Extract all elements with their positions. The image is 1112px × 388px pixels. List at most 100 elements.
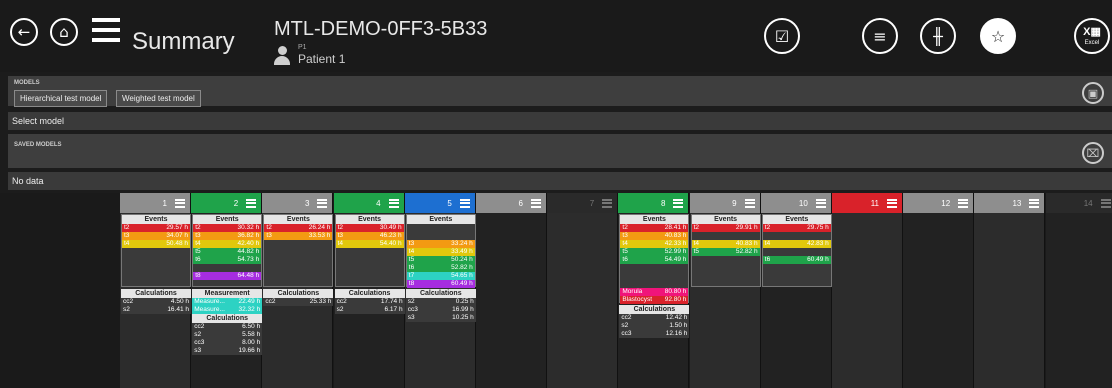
event-row[interactable] bbox=[692, 272, 760, 280]
event-row[interactable] bbox=[122, 264, 190, 272]
event-row[interactable] bbox=[692, 280, 760, 288]
event-row[interactable]: t3 40.83 h bbox=[620, 232, 689, 240]
well-header-3[interactable]: 3 bbox=[262, 193, 333, 213]
list-icon[interactable] bbox=[531, 198, 541, 208]
event-row[interactable]: t2 29.75 h bbox=[762, 224, 831, 232]
event-row[interactable]: t5 52.82 h bbox=[691, 248, 760, 256]
event-row[interactable]: t5 50.24 h bbox=[406, 256, 475, 264]
event-row[interactable] bbox=[122, 256, 190, 264]
event-row[interactable] bbox=[763, 248, 831, 256]
list-icon[interactable] bbox=[459, 198, 470, 208]
event-row[interactable] bbox=[193, 264, 261, 272]
well-header-4[interactable]: 4 bbox=[333, 193, 404, 213]
save-icon[interactable]: ▣ bbox=[1082, 82, 1104, 104]
list-icon[interactable] bbox=[246, 198, 257, 208]
list-icon[interactable] bbox=[673, 198, 684, 208]
event-row[interactable]: t3 36.82 h bbox=[193, 232, 262, 240]
well-header-8[interactable]: 8 bbox=[618, 193, 689, 213]
event-row[interactable]: t2 30.49 h bbox=[335, 224, 404, 232]
event-row[interactable] bbox=[336, 280, 404, 288]
event-row[interactable] bbox=[336, 272, 404, 280]
measurement-row[interactable]: Measure... 32.32 h bbox=[192, 306, 263, 314]
event-row[interactable] bbox=[763, 232, 831, 240]
event-row[interactable]: t5 52.99 h bbox=[620, 248, 689, 256]
menu-icon[interactable] bbox=[92, 18, 120, 42]
event-row[interactable]: t2 26.24 h bbox=[264, 224, 333, 232]
event-row[interactable] bbox=[763, 272, 831, 280]
well-header-10[interactable]: 10 bbox=[760, 193, 831, 213]
well-header-1[interactable]: 1 bbox=[120, 193, 190, 213]
list-icon[interactable] bbox=[1029, 198, 1040, 208]
event-row[interactable]: t5 44.82 h bbox=[193, 248, 262, 256]
event-row[interactable] bbox=[122, 272, 190, 280]
event-row[interactable]: t4 40.83 h bbox=[691, 240, 760, 248]
event-row[interactable]: t7 54.65 h bbox=[406, 272, 475, 280]
event-row[interactable]: t4 42.33 h bbox=[620, 240, 689, 248]
event-row[interactable]: t6 54.49 h bbox=[620, 256, 689, 264]
list-icon[interactable] bbox=[175, 198, 185, 208]
well-header-11[interactable]: 11 bbox=[832, 193, 902, 213]
event-row[interactable]: t6 52.82 h bbox=[406, 264, 475, 272]
list-icon[interactable] bbox=[388, 198, 399, 208]
event-row[interactable]: t3 46.23 h bbox=[335, 232, 404, 240]
event-row[interactable]: t8 60.49 h bbox=[406, 280, 475, 288]
event-row[interactable] bbox=[692, 264, 760, 272]
select-model-bar[interactable]: Select model bbox=[8, 112, 1112, 130]
well-header-14[interactable]: 14 bbox=[1045, 193, 1112, 213]
event-row[interactable] bbox=[336, 264, 404, 272]
star-icon[interactable]: ☆ bbox=[980, 18, 1016, 54]
list-icon[interactable] bbox=[1100, 198, 1111, 208]
list-icon[interactable] bbox=[958, 198, 969, 208]
event-row[interactable]: t3 34.07 h bbox=[122, 232, 190, 240]
event-row[interactable] bbox=[122, 280, 190, 288]
excel-export-icon[interactable]: X▦ Excel bbox=[1074, 18, 1110, 54]
event-row[interactable]: t2 28.41 h bbox=[620, 224, 689, 232]
event-row[interactable] bbox=[407, 224, 475, 232]
event-row[interactable] bbox=[763, 280, 831, 288]
event-row[interactable]: Blastocyst 92.80 h bbox=[620, 296, 689, 304]
well-header-6[interactable]: 6 bbox=[476, 193, 546, 213]
list-icon[interactable] bbox=[887, 198, 897, 208]
home-icon[interactable]: ⌂ bbox=[50, 18, 78, 46]
checkbox-icon[interactable]: ☑ bbox=[764, 18, 800, 54]
list-icon[interactable] bbox=[744, 198, 755, 208]
well-header-5[interactable]: 5 bbox=[404, 193, 475, 213]
event-row[interactable]: t8 64.48 h bbox=[193, 272, 262, 280]
event-row[interactable]: t2 29.57 h bbox=[122, 224, 190, 232]
align-icon[interactable]: ≡ bbox=[862, 18, 898, 54]
bars-icon[interactable]: ╫ bbox=[920, 18, 956, 54]
well-header-13[interactable]: 13 bbox=[974, 193, 1045, 213]
well-header-9[interactable]: 9 bbox=[689, 193, 760, 213]
event-row[interactable]: t6 54.73 h bbox=[193, 256, 262, 264]
event-row[interactable] bbox=[264, 264, 332, 272]
event-row[interactable] bbox=[336, 256, 404, 264]
measurement-row[interactable]: Measure... 22.49 h bbox=[192, 298, 263, 306]
event-row[interactable] bbox=[620, 272, 688, 280]
event-row[interactable] bbox=[264, 256, 332, 264]
well-header-2[interactable]: 2 bbox=[191, 193, 262, 213]
event-row[interactable] bbox=[264, 240, 332, 248]
event-row[interactable] bbox=[407, 232, 475, 240]
event-row[interactable]: t4 33.49 h bbox=[406, 248, 475, 256]
event-row[interactable]: t6 60.49 h bbox=[762, 256, 831, 264]
event-row[interactable]: Morula 80.80 h bbox=[620, 288, 689, 296]
event-row[interactable]: t4 50.48 h bbox=[122, 240, 190, 248]
well-header-7[interactable]: 7 bbox=[547, 193, 618, 213]
list-icon[interactable] bbox=[317, 198, 328, 208]
event-row[interactable]: t2 30.32 h bbox=[193, 224, 262, 232]
event-row[interactable] bbox=[620, 280, 688, 288]
event-row[interactable] bbox=[763, 264, 831, 272]
event-row[interactable] bbox=[692, 256, 760, 264]
list-icon[interactable] bbox=[815, 198, 826, 208]
event-row[interactable] bbox=[264, 248, 332, 256]
event-row[interactable] bbox=[336, 248, 404, 256]
event-row[interactable]: t4 54.40 h bbox=[335, 240, 404, 248]
list-icon[interactable] bbox=[602, 198, 613, 208]
event-row[interactable]: t3 33.53 h bbox=[264, 232, 333, 240]
hierarchical-model-button[interactable]: Hierarchical test model bbox=[14, 90, 108, 107]
trash-icon[interactable]: ⌧ bbox=[1082, 142, 1104, 164]
event-row[interactable] bbox=[264, 280, 332, 288]
event-row[interactable]: t4 42.83 h bbox=[762, 240, 831, 248]
event-row[interactable] bbox=[692, 232, 760, 240]
well-header-12[interactable]: 12 bbox=[903, 193, 974, 213]
